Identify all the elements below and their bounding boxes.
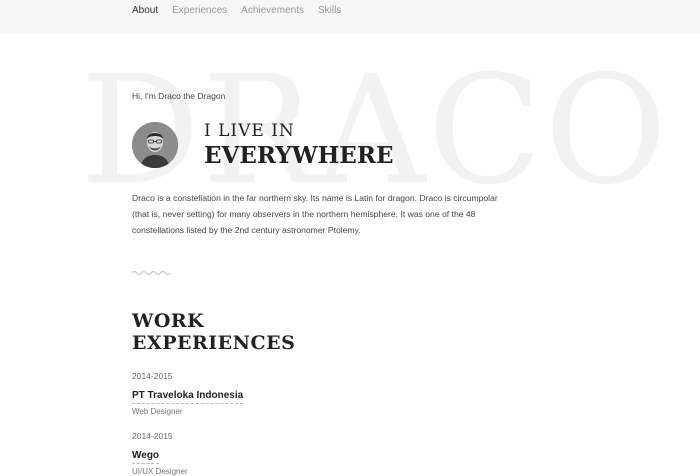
work-title-line1: WORK [132,310,205,332]
wavy-divider-icon [132,271,170,275]
work-section-title: WORK EXPERIENCES [132,310,295,354]
experience-company: Wego [132,450,160,464]
experience-item: 2014-2015 PT Traveloka Indonesia Web Des… [132,371,244,416]
nav-skills[interactable]: Skills [318,5,341,16]
top-navbar: About Experiences Achievements Skills [0,0,700,33]
intro-paragraph: Draco is a constellation in the far nort… [132,193,498,235]
experience-role: Web Designer [132,407,183,416]
experience-item: 2014-2015 Wego UI/UX Designer [132,431,188,476]
hero-title-line1: I LIVE IN [204,121,295,141]
person-portrait-icon [132,122,178,168]
experience-period: 2014-2015 [132,431,173,441]
experience-company: PT Traveloka Indonesia [132,390,244,404]
experience-period: 2014-2015 [132,371,173,381]
experience-role: UI/UX Designer [132,467,188,476]
avatar [132,122,178,168]
nav-about[interactable]: About [132,5,158,16]
hero-title-line2: EVERYWHERE [204,142,394,169]
greeting-text: Hi, I'm Draco the Dragon [132,91,226,101]
nav-achievements[interactable]: Achievements [241,5,304,16]
main-nav: About Experiences Achievements Skills [132,5,341,16]
work-title-line2: EXPERIENCES [132,332,296,354]
nav-experiences[interactable]: Experiences [172,5,227,16]
